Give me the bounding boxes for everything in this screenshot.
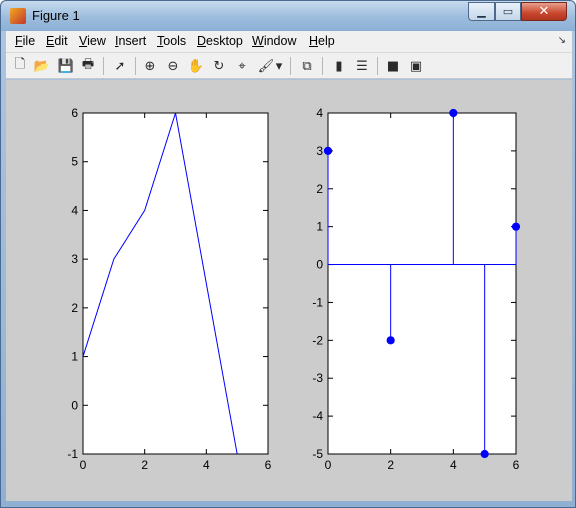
pan-hand-icon[interactable]: ✋: [187, 57, 205, 75]
axes-box-2: [327, 112, 517, 455]
brush-icon[interactable]: 🖌: [257, 57, 275, 75]
x-tick-label: 0: [80, 458, 87, 472]
window-title: Figure 1: [32, 8, 80, 23]
y-tick-label: 5: [71, 155, 78, 169]
hide-plot-tools-icon[interactable]: ■: [384, 57, 402, 75]
x-tick-label: 4: [203, 458, 210, 472]
brush-dropdown-icon[interactable]: ▾: [274, 57, 284, 75]
menu-desktop[interactable]: Desktop: [197, 34, 243, 50]
close-button[interactable]: ✕: [521, 2, 567, 21]
menu-insert[interactable]: Insert: [115, 34, 146, 50]
y-tick-label: -3: [312, 371, 323, 385]
open-file-icon[interactable]: 📂: [33, 57, 51, 75]
x-tick-label: 6: [265, 458, 272, 472]
minimize-button[interactable]: ▁: [468, 2, 495, 21]
menu-window[interactable]: Window: [252, 34, 296, 50]
maximize-button[interactable]: ▭: [495, 2, 521, 21]
axes-box-1: [82, 112, 269, 455]
new-figure-icon[interactable]: 🗋: [11, 57, 29, 75]
matlab-logo-icon: [10, 8, 26, 24]
toolbar-separator: [103, 57, 104, 75]
y-tick-label: 4: [316, 106, 323, 120]
y-tick-label: -1: [312, 295, 323, 309]
zoom-out-icon[interactable]: ⊖: [164, 57, 182, 75]
menu-tools[interactable]: Tools: [157, 34, 186, 50]
legend-icon[interactable]: ☰: [353, 57, 371, 75]
stem-marker: [449, 108, 458, 118]
menu-view[interactable]: View: [79, 34, 106, 50]
y-tick-label: 1: [316, 220, 323, 234]
data-cursor-icon[interactable]: ⌖: [233, 57, 251, 75]
x-tick-label: 0: [325, 458, 332, 472]
stem-marker: [323, 146, 333, 155]
print-icon[interactable]: 🖶: [79, 57, 97, 75]
menu-edit[interactable]: Edit: [46, 34, 68, 50]
y-tick-label: 2: [316, 182, 323, 196]
y-tick-label: 4: [71, 203, 78, 217]
y-tick-label: 6: [71, 106, 78, 120]
link-plot-icon[interactable]: ⧉: [298, 57, 316, 75]
x-tick-label: 2: [141, 458, 148, 472]
stem-marker: [480, 449, 489, 459]
x-tick-label: 6: [513, 458, 520, 472]
menu-bar: File Edit View Insert Tools Desktop Wind…: [6, 31, 572, 53]
show-plot-tools-icon[interactable]: ▣: [407, 57, 425, 75]
y-tick-label: -2: [312, 333, 323, 347]
toolbar-separator: [377, 57, 378, 75]
y-tick-label: 1: [71, 350, 78, 364]
y-tick-label: -4: [312, 409, 323, 423]
toolbar-separator: [290, 57, 291, 75]
menu-help[interactable]: Help: [309, 34, 335, 50]
colorbar-icon[interactable]: ▮: [330, 57, 348, 75]
y-tick-label: 0: [316, 258, 323, 272]
figure-canvas[interactable]: -1 0 1 2 3 4 5 6 0 2 4 6 -5 -4 -3 -2 -1 0 1 2 3 4 0 2 4 6: [6, 80, 572, 501]
x-tick-label: 4: [450, 458, 457, 472]
select-arrow-icon[interactable]: ➚: [111, 57, 129, 75]
menu-file[interactable]: File: [15, 34, 35, 50]
figure-window: Figure 1 ▁ ▭ ✕ File Edit View Insert Too…: [0, 0, 576, 508]
y-tick-label: -1: [67, 447, 78, 461]
x-tick-label: 2: [387, 458, 394, 472]
toolbar-separator: [135, 57, 136, 75]
title-bar[interactable]: Figure 1 ▁ ▭ ✕: [1, 1, 575, 31]
y-tick-label: 2: [71, 301, 78, 315]
figure-toolbar: 🗋 📂 💾 🖶 ➚ ⊕ ⊖ ✋ ↻ ⌖ 🖌 ▾ ⧉ ▮ ☰ ■ ▣: [6, 53, 572, 79]
toolbar-separator: [322, 57, 323, 75]
rotate-3d-icon[interactable]: ↻: [210, 57, 228, 75]
y-tick-label: 3: [316, 144, 323, 158]
save-icon[interactable]: 💾: [57, 57, 75, 75]
y-tick-label: -5: [312, 447, 323, 461]
plots-svg: -101234560 2 4 6-5-4-3-2-1012340 2 4 6: [67, 106, 521, 472]
dock-arrow-icon[interactable]: ↘: [558, 35, 566, 46]
y-tick-label: 3: [71, 252, 78, 266]
stem-marker: [386, 336, 395, 345]
zoom-in-icon[interactable]: ⊕: [141, 57, 159, 75]
stem-marker: [511, 222, 521, 231]
y-tick-label: 0: [71, 398, 78, 412]
